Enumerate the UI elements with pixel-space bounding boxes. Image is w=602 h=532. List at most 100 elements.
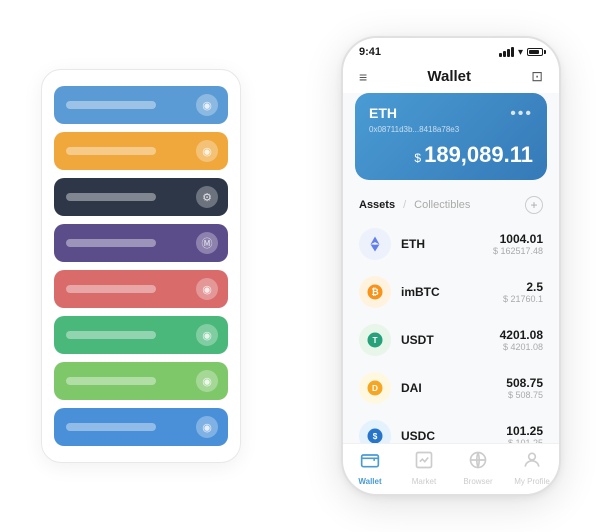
eth-usd: $ 162517.48	[493, 246, 543, 256]
tab-collectibles[interactable]: Collectibles	[414, 199, 470, 211]
eth-card-currency: $	[414, 151, 421, 165]
phone-header: ≡ Wallet ⊡	[343, 62, 559, 93]
eth-info: ETH	[401, 235, 483, 253]
eth-card-header: ETH •••	[369, 105, 533, 123]
usdc-name: USDC	[401, 429, 435, 443]
eth-card-more-button[interactable]: •••	[510, 105, 533, 123]
dai-amount: 508.75	[506, 376, 543, 390]
usdt-values: 4201.08 $ 4201.08	[500, 328, 543, 352]
card-row-7[interactable]: ◉	[54, 362, 228, 400]
menu-icon[interactable]: ≡	[359, 69, 367, 85]
phone-mockup: 9:41 ▾ ≡ Wallet ⊡ ETH	[341, 36, 561, 496]
nav-profile-label: My Profile	[514, 477, 550, 486]
status-icons: ▾	[499, 47, 543, 58]
asset-row-usdt[interactable]: T USDT 4201.08 $ 4201.08	[343, 316, 559, 364]
imbtc-values: 2.5 $ 21760.1	[503, 280, 543, 304]
assets-tabs: Assets / Collectibles	[359, 199, 470, 211]
nav-wallet[interactable]: Wallet	[348, 450, 392, 486]
eth-card-balance-value: 189,089.11	[424, 142, 533, 167]
eth-card-address: 0x08711d3b...8418a78e3	[369, 125, 533, 134]
card-row-icon-1: ◉	[196, 94, 218, 116]
asset-row-usdc[interactable]: $ USDC 101.25 $ 101.25	[343, 412, 559, 443]
card-row-label-3	[66, 193, 156, 201]
scan-icon[interactable]: ⊡	[531, 68, 543, 85]
card-row-icon-8: ◉	[196, 416, 218, 438]
asset-row-dai[interactable]: D DAI 508.75 $ 508.75	[343, 364, 559, 412]
dai-values: 508.75 $ 508.75	[506, 376, 543, 400]
scene: ◉ ◉ ⚙ Ⓜ ◉ ◉ ◉ ◉	[21, 16, 581, 516]
card-row-label-2	[66, 147, 156, 155]
usdt-amount: 4201.08	[500, 328, 543, 342]
nav-browser-label: Browser	[463, 477, 492, 486]
assets-section: Assets / Collectibles + ETH 1004.01 $ 16…	[343, 188, 559, 443]
svg-text:₿: ₿	[371, 287, 378, 297]
usdc-info: USDC	[401, 427, 496, 443]
card-row-8[interactable]: ◉	[54, 408, 228, 446]
card-row-2[interactable]: ◉	[54, 132, 228, 170]
tab-assets[interactable]: Assets	[359, 199, 395, 211]
imbtc-name: imBTC	[401, 285, 440, 299]
dai-info: DAI	[401, 379, 496, 397]
asset-row-eth[interactable]: ETH 1004.01 $ 162517.48	[343, 220, 559, 268]
imbtc-info: imBTC	[401, 283, 493, 301]
market-nav-icon	[414, 450, 434, 475]
assets-tab-divider: /	[403, 199, 406, 211]
svg-text:D: D	[372, 384, 378, 393]
eth-icon	[359, 228, 391, 260]
dai-usd: $ 508.75	[506, 390, 543, 400]
wifi-icon: ▾	[518, 47, 523, 58]
card-row-label-4	[66, 239, 156, 247]
imbtc-icon: ₿	[359, 276, 391, 308]
usdt-icon: T	[359, 324, 391, 356]
wallet-nav-icon	[360, 450, 380, 475]
browser-nav-icon	[468, 450, 488, 475]
card-row-5[interactable]: ◉	[54, 270, 228, 308]
status-bar: 9:41 ▾	[343, 38, 559, 62]
eth-amount: 1004.01	[493, 232, 543, 246]
card-row-label-1	[66, 101, 156, 109]
dai-name: DAI	[401, 381, 422, 395]
eth-name: ETH	[401, 237, 425, 251]
eth-card[interactable]: ETH ••• 0x08711d3b...8418a78e3 $189,089.…	[355, 93, 547, 180]
eth-card-title: ETH	[369, 105, 397, 121]
asset-row-imbtc[interactable]: ₿ imBTC 2.5 $ 21760.1	[343, 268, 559, 316]
svg-text:T: T	[372, 336, 377, 345]
imbtc-usd: $ 21760.1	[503, 294, 543, 304]
nav-browser[interactable]: Browser	[456, 450, 500, 486]
card-panel: ◉ ◉ ⚙ Ⓜ ◉ ◉ ◉ ◉	[41, 69, 241, 463]
card-row-icon-2: ◉	[196, 140, 218, 162]
card-row-icon-5: ◉	[196, 278, 218, 300]
nav-market[interactable]: Market	[402, 450, 446, 486]
card-row-4[interactable]: Ⓜ	[54, 224, 228, 262]
card-row-label-7	[66, 377, 156, 385]
add-asset-button[interactable]: +	[525, 196, 543, 214]
card-row-label-5	[66, 285, 156, 293]
card-row-1[interactable]: ◉	[54, 86, 228, 124]
battery-icon	[527, 48, 543, 56]
card-row-label-8	[66, 423, 156, 431]
signal-icon	[499, 47, 514, 57]
imbtc-amount: 2.5	[503, 280, 543, 294]
card-row-6[interactable]: ◉	[54, 316, 228, 354]
profile-nav-icon	[522, 450, 542, 475]
bottom-nav: Wallet Market Browser My Profile	[343, 443, 559, 494]
usdc-values: 101.25 $ 101.25	[506, 424, 543, 443]
usdt-name: USDT	[401, 333, 434, 347]
dai-icon: D	[359, 372, 391, 404]
assets-header: Assets / Collectibles +	[343, 188, 559, 220]
card-row-3[interactable]: ⚙	[54, 178, 228, 216]
page-title: Wallet	[427, 68, 471, 85]
usdt-info: USDT	[401, 331, 490, 349]
nav-profile[interactable]: My Profile	[510, 450, 554, 486]
nav-market-label: Market	[412, 477, 436, 486]
usdc-icon: $	[359, 420, 391, 443]
eth-card-balance: $189,089.11	[369, 142, 533, 168]
svg-text:$: $	[373, 432, 378, 441]
eth-values: 1004.01 $ 162517.48	[493, 232, 543, 256]
card-row-icon-7: ◉	[196, 370, 218, 392]
status-time: 9:41	[359, 46, 381, 58]
usdc-amount: 101.25	[506, 424, 543, 438]
card-row-icon-3: ⚙	[196, 186, 218, 208]
usdt-usd: $ 4201.08	[500, 342, 543, 352]
nav-wallet-label: Wallet	[358, 477, 381, 486]
